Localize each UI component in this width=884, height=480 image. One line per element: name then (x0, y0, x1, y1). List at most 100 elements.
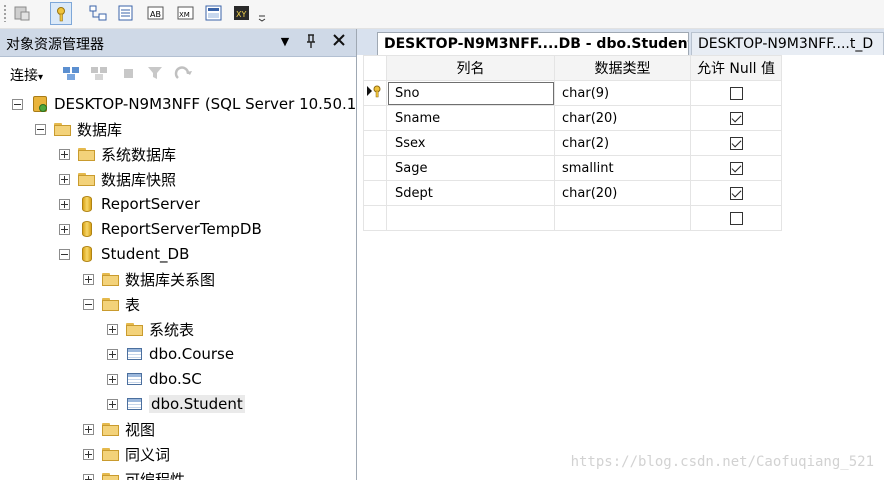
column-name-cell[interactable] (386, 205, 555, 231)
column-name-cell[interactable]: Ssex (386, 130, 555, 156)
folder-icon (101, 420, 121, 438)
collapse-icon[interactable] (59, 248, 70, 260)
primary-key-icon[interactable] (50, 2, 72, 25)
connect-object-explorer-icon[interactable] (62, 64, 80, 82)
tree-node-student-db[interactable]: Student_DB (59, 243, 189, 265)
tree-node-programmability[interactable]: 可编程性 (83, 468, 185, 480)
primary-key-indicator-icon[interactable] (363, 80, 387, 106)
collapse-icon[interactable] (83, 298, 94, 310)
allow-null-cell[interactable] (690, 205, 782, 231)
column-name-header: 列名 (386, 55, 555, 81)
tree-node-dbo-student[interactable]: dbo.Student (107, 393, 245, 415)
expand-icon[interactable] (83, 448, 94, 460)
table-row-new[interactable] (363, 205, 782, 231)
table-row[interactable]: Sno char(9) (363, 80, 782, 106)
expand-icon[interactable] (59, 223, 70, 235)
allow-null-checkbox[interactable] (729, 111, 743, 125)
connect-button[interactable]: 连接▾ (10, 65, 43, 85)
tree-node-dbo-sc[interactable]: dbo.SC (107, 368, 202, 390)
allow-null-checkbox[interactable] (729, 211, 743, 225)
tab-other-document[interactable]: DESKTOP-N9M3NFF....t_D (691, 32, 884, 55)
data-type-header: 数据类型 (554, 55, 691, 81)
tree-node-dbo-course[interactable]: dbo.Course (107, 343, 234, 365)
expand-icon[interactable] (107, 398, 118, 410)
row-selector[interactable] (363, 105, 387, 131)
column-name-cell[interactable]: Sdept (386, 180, 555, 206)
check-constraint-icon[interactable] (204, 3, 224, 23)
row-selector[interactable] (363, 130, 387, 156)
tree-node-database-diagrams[interactable]: 数据库关系图 (83, 268, 215, 290)
data-type-cell[interactable]: char(2) (554, 130, 691, 156)
collapse-icon[interactable] (35, 123, 46, 135)
folder-icon (77, 170, 97, 188)
filter-icon[interactable] (146, 64, 164, 82)
column-name-cell[interactable]: Sage (386, 155, 555, 181)
allow-null-cell[interactable] (690, 80, 782, 106)
row-selector[interactable] (363, 205, 387, 231)
data-type-cell[interactable]: char(20) (554, 105, 691, 131)
tab-dbo-student-design[interactable]: DESKTOP-N9M3NFF....DB - dbo.Student (377, 32, 689, 55)
refresh-icon[interactable] (174, 64, 192, 82)
table-row[interactable]: Sdept char(20) (363, 180, 782, 206)
allow-null-cell[interactable] (690, 105, 782, 131)
table-icon (125, 345, 145, 363)
server-icon (30, 95, 50, 113)
data-type-cell[interactable]: char(20) (554, 180, 691, 206)
tree-node-system-tables[interactable]: 系统表 (107, 318, 194, 340)
database-icon (77, 245, 97, 263)
tree-node-reportservertempdb[interactable]: ReportServerTempDB (59, 218, 262, 240)
tree-node-database-snapshots[interactable]: 数据库快照 (59, 168, 176, 190)
column-name-cell[interactable]: Sname (386, 105, 555, 131)
allow-null-checkbox[interactable] (729, 136, 743, 150)
expand-icon[interactable] (83, 473, 94, 480)
tree-node-tables[interactable]: 表 (83, 293, 140, 315)
pin-icon[interactable] (302, 33, 320, 51)
fulltext-index-icon[interactable]: AB (146, 3, 166, 23)
xml-index-icon[interactable]: XM (176, 3, 196, 23)
tree-node-synonyms[interactable]: 同义词 (83, 443, 170, 465)
row-selector[interactable] (363, 180, 387, 206)
column-name-cell[interactable]: Sno (386, 80, 555, 106)
folder-icon (101, 295, 121, 313)
disconnect-icon[interactable] (90, 64, 108, 82)
generate-script-icon[interactable] (12, 3, 32, 23)
stop-icon[interactable] (120, 64, 138, 82)
tree-node-server[interactable]: DESKTOP-N9M3NFF (SQL Server 10.50.16 (12, 93, 356, 115)
allow-null-cell[interactable] (690, 180, 782, 206)
tree-node-reportserver[interactable]: ReportServer (59, 193, 200, 215)
allow-null-checkbox[interactable] (729, 161, 743, 175)
allow-null-cell[interactable] (690, 155, 782, 181)
relationships-icon[interactable] (88, 3, 108, 23)
close-icon[interactable] (330, 33, 348, 51)
expand-icon[interactable] (107, 348, 118, 360)
toolbar-grip[interactable] (3, 4, 7, 22)
allow-null-cell[interactable] (690, 130, 782, 156)
expand-icon[interactable] (59, 148, 70, 160)
toolbar-overflow-icon[interactable] (256, 3, 268, 23)
panel-dropdown-icon[interactable]: ▼ (276, 33, 294, 51)
spatial-index-icon[interactable]: XY (232, 3, 252, 23)
tree-node-views[interactable]: 视图 (83, 418, 155, 440)
data-type-cell[interactable] (554, 205, 691, 231)
manage-indexes-icon[interactable] (116, 3, 136, 23)
object-explorer-tree: DESKTOP-N9M3NFF (SQL Server 10.50.16 数据库… (0, 89, 356, 480)
allow-null-checkbox[interactable] (729, 186, 743, 200)
svg-text:XM: XM (179, 11, 190, 19)
row-selector[interactable] (363, 155, 387, 181)
collapse-icon[interactable] (12, 98, 23, 110)
expand-icon[interactable] (107, 323, 118, 335)
data-type-cell[interactable]: smallint (554, 155, 691, 181)
expand-icon[interactable] (83, 423, 94, 435)
data-type-cell[interactable]: char(9) (554, 80, 691, 106)
table-row[interactable]: Ssex char(2) (363, 130, 782, 156)
allow-null-checkbox[interactable] (729, 86, 743, 100)
tree-node-system-databases[interactable]: 系统数据库 (59, 143, 176, 165)
expand-icon[interactable] (107, 373, 118, 385)
table-row[interactable]: Sage smallint (363, 155, 782, 181)
tree-node-databases[interactable]: 数据库 (35, 118, 122, 140)
table-row[interactable]: Sname char(20) (363, 105, 782, 131)
expand-icon[interactable] (59, 173, 70, 185)
expand-icon[interactable] (59, 198, 70, 210)
expand-icon[interactable] (83, 273, 94, 285)
folder-icon (53, 120, 73, 138)
